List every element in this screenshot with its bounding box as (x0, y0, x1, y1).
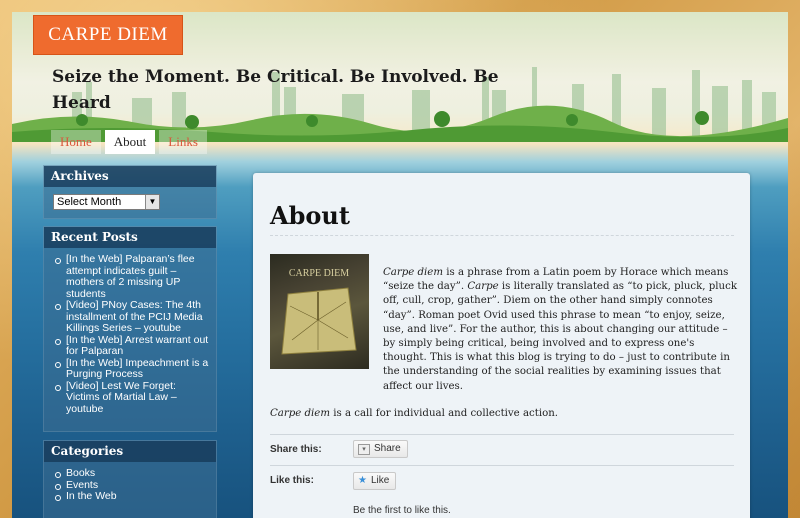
recent-post-link[interactable]: [In the Web] Arrest warrant out for Palp… (66, 334, 208, 358)
share-label: Share this: (270, 444, 322, 455)
recent-posts-widget: Recent Posts [In the Web] Palparan’s fle… (43, 226, 217, 432)
category-link[interactable]: In the Web (66, 490, 117, 502)
category-link[interactable]: Books (66, 467, 95, 479)
call-to-action-paragraph: Carpe diem is a call for individual and … (270, 407, 740, 421)
recent-post-link[interactable]: [In the Web] Palparan’s flee attempt ind… (66, 253, 195, 300)
archives-title: Archives (44, 166, 216, 187)
paragraph-text: is a call for individual and collective … (330, 408, 559, 419)
categories-title: Categories (44, 441, 216, 462)
emphasis-text: Carpe diem (383, 267, 443, 278)
recent-post-link[interactable]: [Video] Lest We Forget: Victims of Marti… (66, 380, 177, 415)
share-button[interactable]: ▾ Share (353, 440, 408, 458)
recent-post-link[interactable]: [In the Web] Impeachment is a Purging Pr… (66, 357, 208, 381)
categories-widget: Categories Books Events In the Web (43, 440, 217, 518)
photo-caption: CARPE DIEM (289, 268, 349, 279)
page-canvas: CARPE DIEM Seize the Moment. Be Critical… (12, 12, 788, 518)
list-item: [Video] Lest We Forget: Victims of Marti… (52, 380, 210, 416)
list-item: [In the Web] Palparan’s flee attempt ind… (52, 253, 210, 300)
recent-posts-title: Recent Posts (44, 227, 216, 248)
page-title: About (270, 201, 350, 230)
divider (270, 465, 734, 466)
main-content: About CARPE DIEM Carpe diem is a phrase … (253, 173, 750, 518)
chevron-down-icon: ▼ (145, 195, 159, 209)
category-link[interactable]: Events (66, 479, 98, 491)
nav-about[interactable]: About (104, 130, 156, 154)
recent-post-link[interactable]: [Video] PNoy Cases: The 4th installment … (66, 299, 203, 334)
paragraph-text: is literally translated as “to pick, plu… (383, 281, 737, 392)
list-item: [In the Web] Impeachment is a Purging Pr… (52, 357, 210, 381)
archives-select-value: Select Month (57, 196, 122, 208)
archives-widget: Archives Select Month ▼ (43, 165, 217, 219)
divider (270, 434, 734, 435)
categories-list: Books Events In the Web (44, 462, 216, 509)
share-button-label: Share (374, 443, 401, 454)
title-divider (270, 235, 734, 236)
share-icon: ▾ (358, 443, 370, 455)
main-nav: Home About Links (51, 130, 207, 154)
recent-posts-list: [In the Web] Palparan’s flee attempt ind… (44, 248, 216, 421)
nav-home[interactable]: Home (51, 130, 101, 154)
emphasis-text: Carpe diem (270, 408, 330, 419)
about-paragraph: Carpe diem is a phrase from a Latin poem… (383, 266, 739, 394)
sundial-photo: CARPE DIEM (270, 254, 369, 369)
like-button-label: Like (370, 475, 390, 486)
list-item: [Video] PNoy Cases: The 4th installment … (52, 299, 210, 335)
list-item: In the Web (52, 490, 210, 503)
emphasis-text: Carpe (467, 281, 499, 293)
like-label: Like this: (270, 475, 314, 486)
archives-month-select[interactable]: Select Month ▼ (53, 194, 160, 210)
star-icon: ★ (358, 475, 367, 486)
nav-links[interactable]: Links (159, 130, 207, 154)
sundial-illustration: CARPE DIEM (281, 268, 357, 355)
first-like-text: Be the first to like this. (353, 505, 451, 516)
site-tagline: Seize the Moment. Be Critical. Be Involv… (52, 67, 499, 113)
like-button[interactable]: ★ Like (353, 472, 397, 490)
site-logo[interactable]: CARPE DIEM (33, 15, 183, 55)
list-item: [In the Web] Arrest warrant out for Palp… (52, 334, 210, 358)
